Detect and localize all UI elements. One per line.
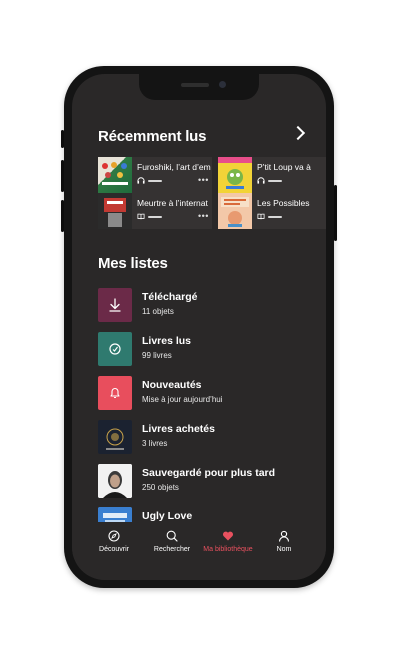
list-thumb [98,288,132,322]
tab-library[interactable]: Ma bibliothèque [198,530,258,553]
tab-discover[interactable]: Découvrir [84,530,144,553]
headphones-icon [257,177,265,184]
book-cover [98,464,132,498]
list-item-purchased[interactable]: Livres achetés 3 livres [98,420,318,456]
app-screen: Récemment lus Furoshiki, l’art d’em ••• … [72,74,326,580]
list-name: Nouveautés [142,379,202,391]
progress-bar [148,216,162,218]
download-icon [109,298,121,312]
list-name: Ugly Love [142,510,193,522]
recent-item-title: Furoshiki, l’art d’em [137,162,211,172]
book-icon [137,213,145,220]
recent-item-title: Meurtre à l’internat [137,198,208,208]
recent-item[interactable]: P’tit Loup va à [218,157,326,193]
book-cover [98,157,132,193]
book-icon [257,213,265,220]
bottom-tab-bar: Découvrir Rechercher Ma bibliothèque Nom [72,522,326,580]
tab-label: Ma bibliothèque [203,546,253,553]
list-count: 250 objets [142,483,179,492]
check-circle-icon [109,343,121,355]
list-name: Livres achetés [142,423,215,435]
bell-icon [110,388,120,399]
progress-bar [268,180,282,182]
recent-item[interactable]: Furoshiki, l’art d’em ••• [98,157,212,193]
search-icon [166,530,178,542]
list-item-saved-for-later[interactable]: Sauvegardé pour plus tard 250 objets [98,464,318,500]
tab-label: Découvrir [99,546,129,553]
list-item-new-releases[interactable]: Nouveautés Mise à jour aujourd’hui [98,376,318,412]
tab-search[interactable]: Rechercher [142,530,202,553]
more-options-icon[interactable]: ••• [198,211,209,221]
list-count: 3 livres [142,439,168,448]
list-thumb [98,376,132,410]
recent-item-title: P’tit Loup va à [257,162,311,172]
notch [139,74,259,100]
recent-section-title: Récemment lus [98,128,207,145]
list-count: Mise à jour aujourd’hui [142,395,223,404]
list-count: 11 objets [142,307,174,316]
book-cover [218,157,252,193]
list-name: Livres lus [142,335,192,347]
side-button [61,200,64,232]
side-button [61,160,64,192]
chevron-right-icon[interactable] [290,125,306,141]
progress-bar [268,216,282,218]
recent-item[interactable]: Les Possibles [218,193,326,229]
speaker [181,83,209,87]
headphones-icon [137,177,145,184]
power-button [334,185,337,241]
more-options-icon[interactable]: ••• [198,175,209,185]
lists-section-title: Mes listes [98,255,168,272]
list-item-downloaded[interactable]: Téléchargé 11 objets [98,288,318,324]
book-cover [218,193,252,229]
user-icon [278,530,290,542]
tab-label: Nom [276,546,292,553]
recent-item[interactable]: Meurtre à l’internat ••• [98,193,212,229]
tab-label: Rechercher [153,546,191,553]
book-cover [98,420,132,454]
side-button [61,130,64,148]
list-count: 99 livres [142,351,172,360]
compass-icon [108,530,120,542]
heart-icon [222,531,234,541]
list-item-read-books[interactable]: Livres lus 99 livres [98,332,318,368]
tab-profile[interactable]: Nom [254,530,314,553]
progress-bar [148,180,162,182]
camera [219,81,226,88]
list-name: Sauvegardé pour plus tard [142,467,276,479]
list-name: Téléchargé [142,291,198,303]
book-cover [98,193,132,229]
recent-item-title: Les Possibles [257,198,310,208]
list-thumb [98,332,132,366]
